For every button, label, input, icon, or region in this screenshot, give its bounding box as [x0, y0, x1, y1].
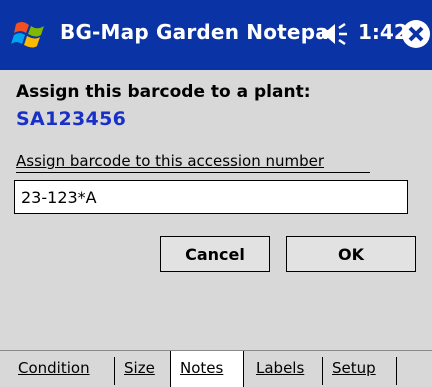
close-icon[interactable]: [398, 16, 432, 52]
app-window: BG-Map Garden Notepa 1:42 Assign this ba…: [0, 0, 432, 387]
speaker-icon[interactable]: [318, 18, 352, 50]
tab-separator: [396, 357, 397, 385]
cancel-button[interactable]: Cancel: [160, 236, 270, 272]
barcode-value: SA123456: [16, 108, 127, 130]
accession-label: Assign barcode to this accession number: [16, 152, 325, 170]
tab-separator: [114, 357, 115, 385]
title-bar: BG-Map Garden Notepa 1:42: [0, 0, 432, 70]
tab-setup[interactable]: Setup: [332, 359, 376, 377]
assign-label: Assign this barcode to a plant:: [16, 82, 311, 102]
accession-input[interactable]: [14, 180, 408, 214]
tab-condition[interactable]: Condition: [18, 359, 90, 377]
tab-labels[interactable]: Labels: [256, 359, 304, 377]
windows-flag-icon[interactable]: [10, 14, 50, 54]
window-title: BG-Map Garden Notepa: [60, 20, 329, 44]
tab-notes[interactable]: Notes: [180, 359, 223, 377]
ok-button[interactable]: OK: [286, 236, 416, 272]
tab-separator: [322, 357, 323, 385]
divider: [16, 172, 370, 173]
tab-bar: Condition Size Notes Labels Setup: [0, 350, 432, 387]
tab-size[interactable]: Size: [124, 359, 155, 377]
